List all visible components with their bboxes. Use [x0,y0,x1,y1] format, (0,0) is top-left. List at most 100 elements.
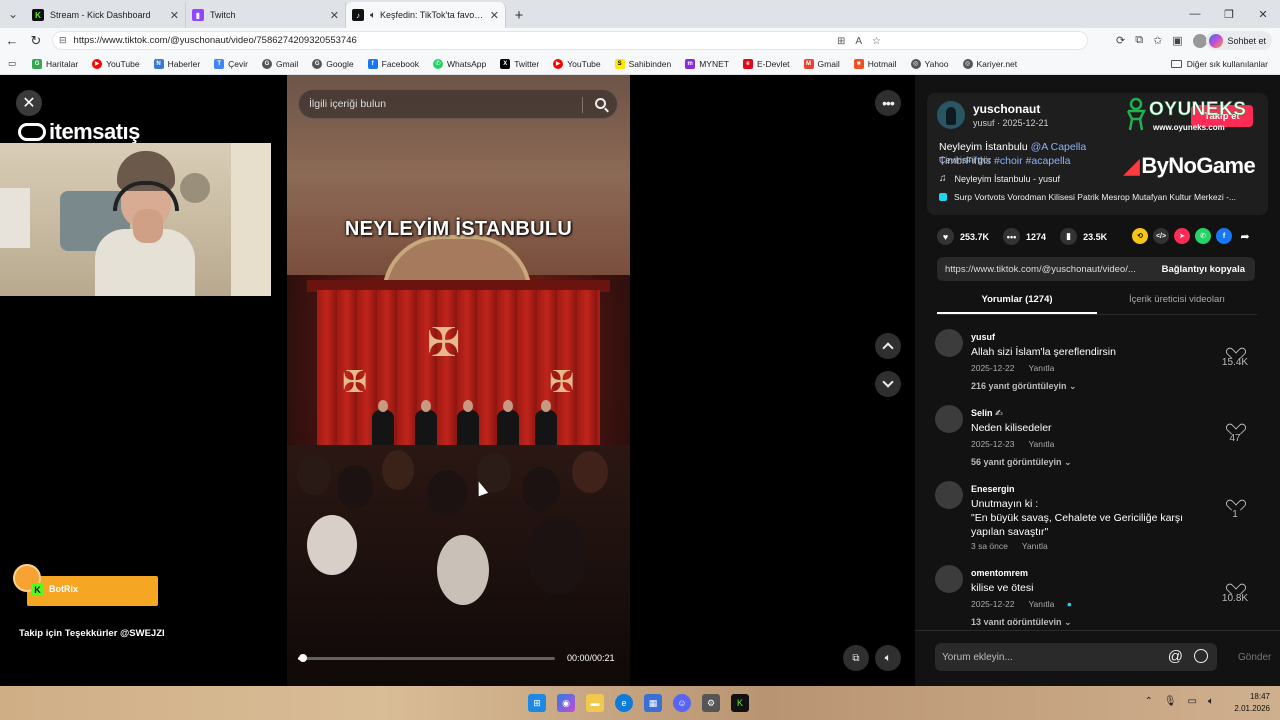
extensions-icon[interactable]: ⧉ [1135,34,1143,47]
send-comment-button[interactable]: Gönder [1238,652,1271,663]
comment-input[interactable]: Yorum ekleyin... @ [935,643,1217,671]
other-favorites[interactable]: Diğer sık kullanılanlar [1170,53,1268,75]
collections-icon[interactable]: ▣ [1172,34,1182,47]
restore-icon[interactable]: ❐ [1212,0,1246,28]
commenter-avatar[interactable] [935,481,963,509]
bookmark-youtube-2[interactable]: ▶ YouTube [553,58,601,69]
see-translation-link[interactable]: Çevirisini gör [939,155,991,165]
refresh-icon[interactable]: ↻ [24,33,48,49]
comment-username[interactable]: Selin ✍︎ [971,408,1003,419]
app-available-icon[interactable]: ⊞ [837,36,845,47]
emoji-icon[interactable] [1194,649,1208,663]
bookmark-yahoo[interactable]: ◎ Yahoo [910,58,949,69]
start-icon[interactable]: ⊞ [528,694,546,712]
video-player[interactable]: ✠ ✠ ✠ İlgili içeriği bulun NEYLEYİM İSTA… [287,75,630,686]
bookmark-google[interactable]: G Google [312,58,354,69]
copilot-button[interactable]: Sohbet et [1206,31,1272,50]
close-tab-icon[interactable]: ✕ [330,9,339,22]
volume-icon[interactable]: 🔈︎ [875,645,901,671]
video-progress-bar[interactable] [298,654,555,662]
search-icon[interactable] [595,98,606,109]
discord-icon[interactable]: ☺ [673,694,691,712]
new-tab-button[interactable]: + [506,2,532,28]
bookmark-kariyer[interactable]: ◎ Kariyer.net [962,58,1017,69]
embed-icon[interactable]: </> [1153,228,1169,244]
favorites-icon[interactable]: ✩ [1153,34,1162,47]
profile-avatar[interactable] [1192,33,1207,48]
next-video-button[interactable] [875,371,901,397]
commenter-avatar[interactable] [935,405,963,433]
close-tab-icon[interactable]: ✕ [170,9,179,22]
bookmark-gmail-2[interactable]: M Gmail [803,58,840,69]
repost-icon[interactable]: ⟲ [1132,228,1148,244]
send-to-friends-icon[interactable]: ➤ [1174,228,1190,244]
tab-tiktok[interactable]: ♪ 🔈︎ Keşfedin: TikTok'ta favori video ✕ [346,2,506,28]
picture-in-picture-icon[interactable]: ⧉ [843,645,869,671]
settings-icon[interactable]: ⚙ [702,694,720,712]
bookmark-gmail[interactable]: G Gmail [262,58,298,69]
previous-video-button[interactable] [875,333,901,359]
bookmark-whatsapp[interactable]: ✆ WhatsApp [432,58,486,69]
tab-kick-dashboard[interactable]: K Stream - Kick Dashboard ✕ [26,2,186,28]
music-link[interactable]: ♫ Neyleyim İstanbulu - yusuf [939,173,1060,184]
view-replies-button[interactable]: 13 yanıt görüntüleyin ⌄ [971,617,1072,625]
favorite-star-icon[interactable]: ☆ [872,36,881,47]
save-stat[interactable]: ▮ 23.5K [1060,228,1107,245]
copy-link-button[interactable]: Bağlantıyı kopyala [1162,264,1245,275]
close-tab-icon[interactable]: ✕ [490,9,499,22]
url-field[interactable]: ⊟ https://www.tiktok.com/@yuschonaut/vid… [52,31,1088,50]
comment-like[interactable]: 15.4K [1215,343,1255,368]
speaker-icon[interactable]: 🔈︎ [370,10,376,21]
bookmark-sahibinden[interactable]: S Sahibinden [614,58,671,69]
bookmark-haritalar[interactable]: G Haritalar [32,58,78,69]
volume-tray-icon[interactable]: 🔈︎ [1208,696,1214,707]
close-window-icon[interactable]: ✕ [1246,0,1280,28]
bookmark-youtube[interactable]: ▶ YouTube [92,58,140,69]
location-link[interactable]: Surp Vortvots Vorodman Kilisesi Patrik M… [939,192,1236,202]
reply-button[interactable]: Yanıtla [1028,599,1054,609]
site-info-icon[interactable]: ⊟ [59,35,67,46]
tray-chevron-up-icon[interactable]: ⌃ [1144,696,1152,707]
bookmark-mynet[interactable]: m MYNET [685,58,729,69]
bookmark-haberler[interactable]: N Haberler [153,58,200,69]
read-aloud-icon[interactable]: A [855,36,862,47]
commenter-avatar[interactable] [935,565,963,593]
comment-like[interactable]: 47 [1215,419,1255,444]
edge-icon[interactable]: e [615,694,633,712]
copilot-icon[interactable]: ◉ [557,694,575,712]
tab-creator-videos[interactable]: İçerik üreticisi videoları [1097,291,1257,314]
commenter-avatar[interactable] [935,329,963,357]
network-icon[interactable]: ▭ [1188,696,1197,707]
file-explorer-icon[interactable]: ▬ [586,694,604,712]
refresh-page-icon[interactable]: ⟳ [1116,34,1125,47]
back-icon[interactable]: ← [0,33,24,48]
author-name[interactable]: yuschonaut [973,102,1040,116]
close-video-button[interactable]: ✕ [16,90,42,116]
tab-twitch[interactable]: ▮ Twitch ✕ [186,2,346,28]
bookmark-twitter[interactable]: X Twitter [500,58,539,69]
tab-actions-menu-icon[interactable]: ⌄ [0,0,26,28]
bookmark-facebook[interactable]: f Facebook [367,58,419,69]
comment-like[interactable]: 1 [1215,495,1255,520]
view-replies-button[interactable]: 56 yanıt görüntüleyin ⌄ [971,457,1072,468]
author-avatar[interactable] [937,101,965,129]
comment-username[interactable]: omentomrem [971,568,1028,578]
comment-like[interactable]: 10.8K [1215,579,1255,604]
reply-button[interactable]: Yanıtla [1028,363,1054,373]
view-replies-button[interactable]: 216 yanıt görüntüleyin ⌄ [971,381,1077,392]
whatsapp-share-icon[interactable]: ✆ [1195,228,1211,244]
store-icon[interactable]: ▦ [644,694,662,712]
comment-username[interactable]: Enesergin [971,484,1015,494]
more-options-icon[interactable]: ••• [875,90,901,116]
system-clock[interactable]: 18:47 2.01.2026 [1234,691,1270,715]
bookmark-hotmail[interactable]: ■ Hotmail [853,58,897,69]
like-stat[interactable]: ♥ 253.7K [937,228,989,245]
kick-app-icon[interactable]: K [731,694,749,712]
reply-button[interactable]: Yanıtla [1022,541,1048,551]
reading-list-icon[interactable]: ▭ [8,58,16,69]
minimize-icon[interactable]: — [1178,0,1212,28]
mention-icon[interactable]: @ [1168,648,1183,665]
comment-stat[interactable]: ••• 1274 [1003,228,1046,245]
related-search-input[interactable]: İlgili içeriği bulun [298,89,618,119]
tab-comments[interactable]: Yorumlar (1274) [937,291,1097,314]
